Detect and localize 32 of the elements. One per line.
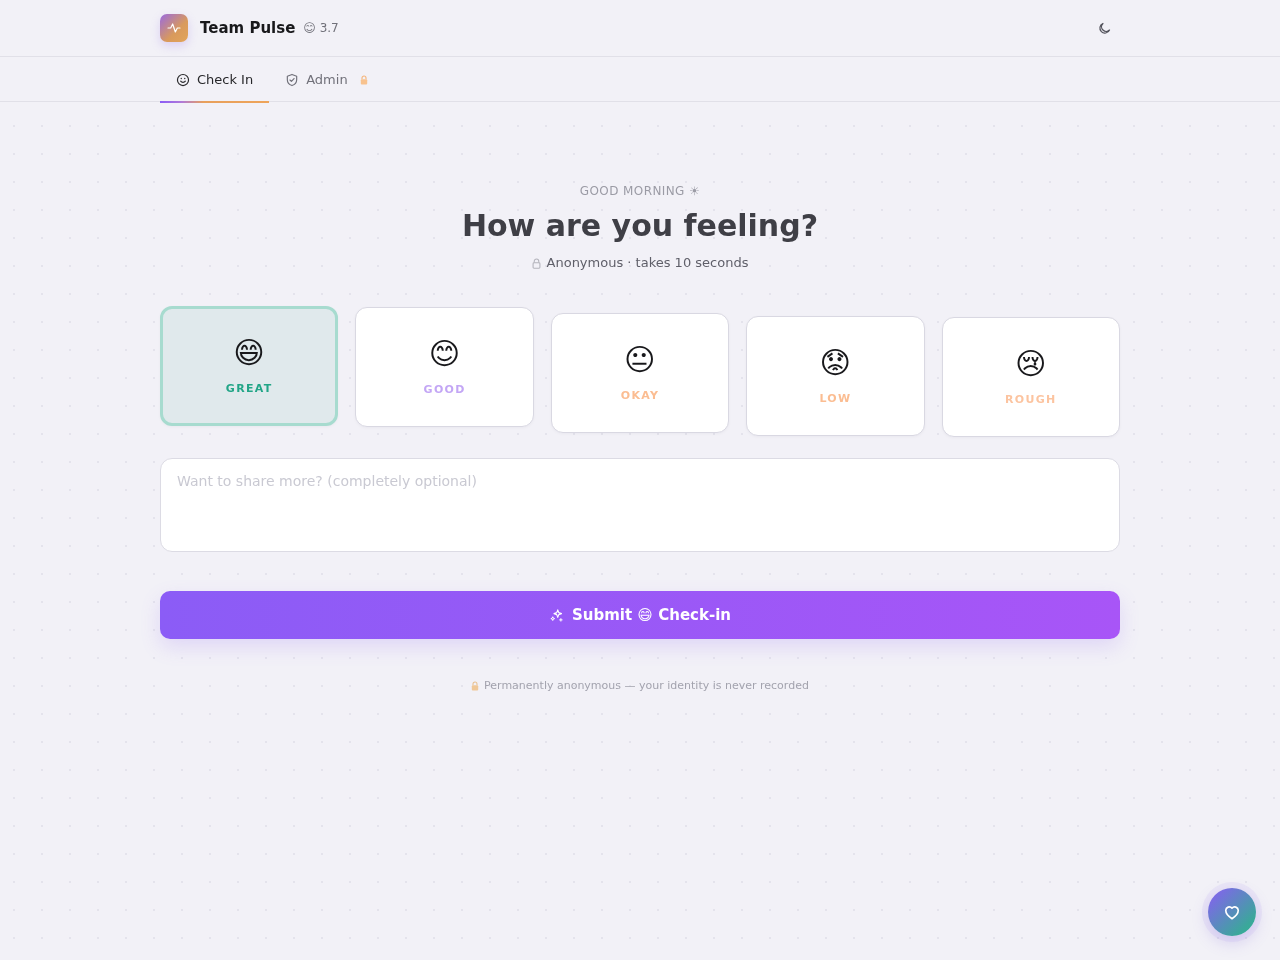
mood-score: 😊 3.7 (303, 21, 339, 35)
mood-label: OKAY (620, 389, 660, 403)
face-emoji-icon: 😊 (428, 337, 461, 371)
face-emoji-icon: 😟 (819, 346, 852, 380)
mood-option-card[interactable]: 😄 GREAT (160, 306, 339, 426)
sparkles-icon (549, 607, 564, 623)
mood-option-card[interactable]: 😐 OKAY (550, 313, 730, 433)
greeting-text: GOOD MORNING ☀ (579, 183, 701, 199)
lock-icon (531, 257, 541, 269)
mood-option-card[interactable]: 😟 LOW (746, 316, 925, 436)
mood-label: GREAT (225, 382, 273, 396)
mood-label: GOOD (423, 383, 466, 397)
face-emoji-icon: 😐 (624, 343, 656, 377)
shield-check-icon (285, 72, 300, 87)
smiley-icon (176, 72, 190, 87)
mood-label: LOW (819, 392, 852, 406)
privacy-note: Permanently anonymous — your identity is never recorded (484, 679, 809, 692)
app-title: Team Pulse (200, 19, 296, 37)
mood-option-card[interactable]: 😢 ROUGH (941, 317, 1120, 437)
lock-icon (471, 680, 480, 691)
face-emoji-icon: 😢 (1015, 347, 1047, 381)
dark-mode-toggle-icon[interactable] (1097, 20, 1112, 36)
page-heading: How are you feeling? (461, 207, 819, 245)
nav-tab[interactable]: Admin (269, 57, 384, 102)
subtitle-text: Anonymous · takes 10 seconds (546, 254, 749, 272)
face-emoji-icon: 😄 (233, 336, 265, 370)
mood-option-card[interactable]: 😊 GOOD (355, 307, 534, 427)
submit-button[interactable]: Submit 😄 Check-in (160, 591, 1120, 639)
heart-fab-icon[interactable] (1208, 888, 1256, 936)
nav-tab[interactable]: Check In (160, 57, 270, 102)
pulse-logo-icon (160, 14, 188, 42)
mood-label: ROUGH (1005, 393, 1057, 407)
